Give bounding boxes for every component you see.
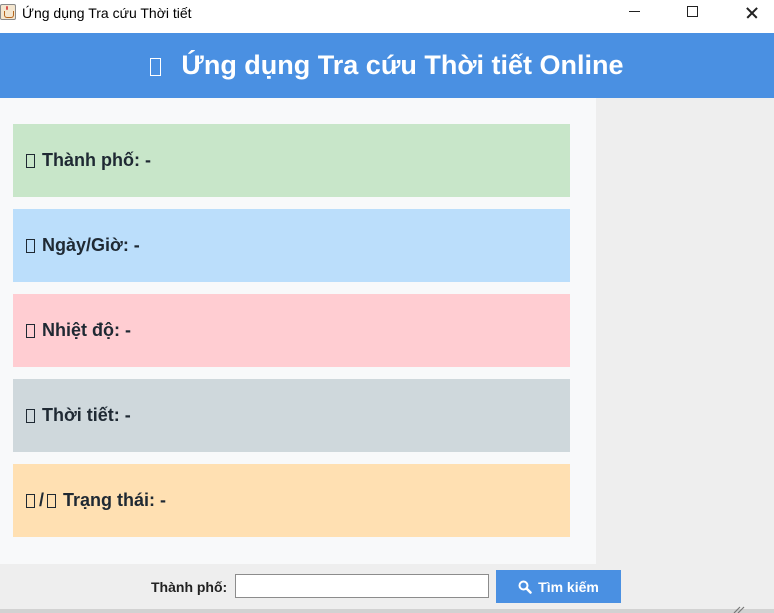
missing-glyph-icon bbox=[150, 57, 162, 76]
temperature-text: Nhiệt độ: - bbox=[42, 320, 131, 340]
city-input-label: Thành phố: bbox=[151, 579, 228, 595]
window-title: Ứng dụng Tra cứu Thời tiết bbox=[22, 5, 192, 21]
minimize-icon[interactable] bbox=[610, 0, 658, 26]
window-title-bar: Ứng dụng Tra cứu Thời tiết bbox=[0, 0, 774, 26]
window-bottom-edge bbox=[0, 609, 774, 613]
resize-grip-icon[interactable] bbox=[732, 605, 748, 613]
missing-glyph-icon bbox=[26, 323, 35, 338]
missing-glyph-icon bbox=[26, 493, 35, 508]
search-button-label: Tìm kiếm bbox=[538, 578, 599, 595]
page-title: Ứng dụng Tra cứu Thời tiết Online bbox=[181, 50, 624, 80]
java-coffee-icon bbox=[0, 4, 16, 20]
weather-text: Thời tiết: - bbox=[42, 405, 131, 425]
missing-glyph-icon bbox=[47, 493, 57, 508]
missing-glyph-icon bbox=[26, 238, 35, 253]
slash-separator: / bbox=[39, 490, 45, 510]
city-text: Thành phố: - bbox=[42, 150, 151, 170]
temperature-card: Nhiệt độ: - bbox=[13, 294, 570, 367]
search-button[interactable]: Tìm kiếm bbox=[496, 570, 621, 603]
missing-glyph-icon bbox=[26, 408, 35, 423]
maximize-icon[interactable] bbox=[669, 0, 717, 26]
status-text: Trạng thái: - bbox=[63, 490, 167, 510]
search-icon bbox=[518, 580, 532, 594]
status-card: / Trạng thái: - bbox=[13, 464, 570, 537]
city-card: Thành phố: - bbox=[13, 124, 570, 197]
app-header: Ứng dụng Tra cứu Thời tiết Online bbox=[0, 33, 774, 98]
datetime-text: Ngày/Giờ: - bbox=[42, 235, 140, 255]
missing-glyph-icon bbox=[26, 153, 35, 168]
empty-side-panel bbox=[596, 98, 774, 564]
close-icon[interactable] bbox=[727, 0, 774, 26]
city-input[interactable] bbox=[235, 574, 489, 598]
datetime-card: Ngày/Giờ: - bbox=[13, 209, 570, 282]
weather-card: Thời tiết: - bbox=[13, 379, 570, 452]
